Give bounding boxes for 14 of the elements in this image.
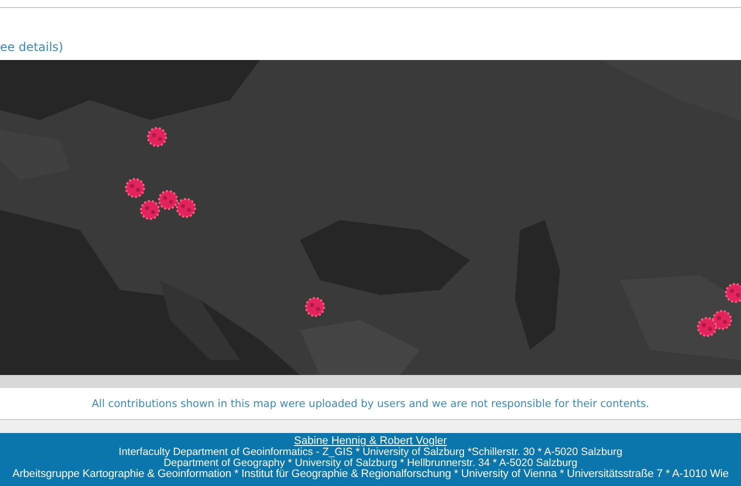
- virus-marker-icon[interactable]: [156, 188, 180, 212]
- virus-marker-icon[interactable]: [723, 281, 741, 305]
- virus-marker-icon[interactable]: [145, 125, 169, 149]
- virus-marker-icon[interactable]: [303, 295, 327, 319]
- virus-marker-icon[interactable]: [695, 315, 719, 339]
- address-text: Interfaculty Department of Geoinformatics - Z_GIS * University of Salzburg *Schillerstr. 30 * A-5020 Salzburg: [118, 447, 622, 458]
- address-text: Arbeitsgruppe Kartographie & Geoinformation * Institut für Geographie & Regionalforschung * University of Vienna * Universitätsstraße 7 * A-1010 Wie: [12, 469, 729, 480]
- virus-marker-icon[interactable]: [174, 196, 198, 220]
- virus-marker-icon[interactable]: [138, 198, 162, 222]
- disclaimer-text: All contributions shown in this map were uploaded by users and we are not responsible for their contents.: [92, 398, 650, 410]
- details-link[interactable]: ee details): [0, 40, 64, 54]
- virus-marker-icon[interactable]: [123, 176, 147, 200]
- authors-link[interactable]: Sabine Hennig & Robert Vogler: [294, 436, 447, 447]
- address-text: Department of Geography * University of Salzburg * Hellbrunnerstr. 34 * A-5020 Salzburg: [164, 458, 578, 469]
